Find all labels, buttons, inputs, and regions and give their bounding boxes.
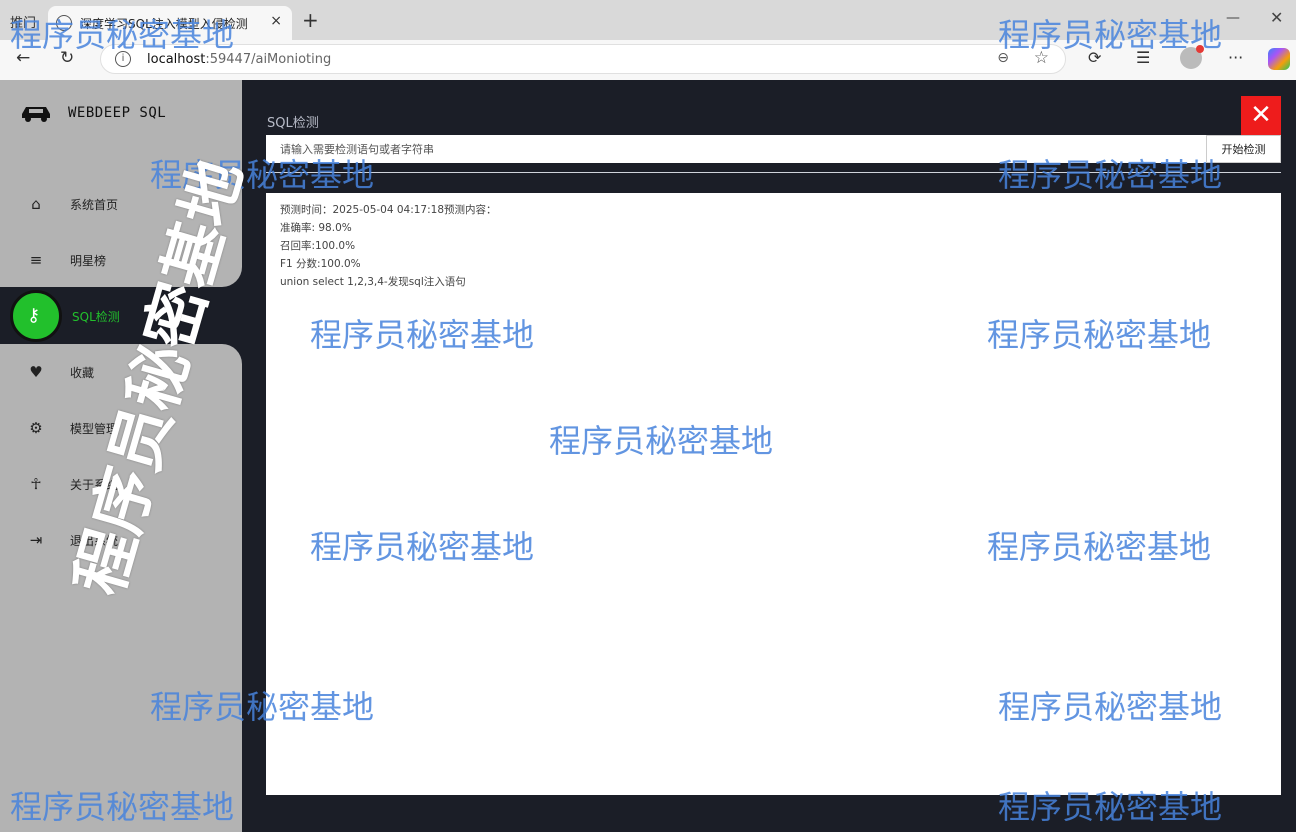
brand-name: WEBDEEP SQL [68,105,167,121]
sidebar-item-sql-detect[interactable]: ⚷ [10,290,62,342]
sidebar-item-label: 收藏 [70,365,95,380]
sidebar-item-about[interactable]: ☥ 关于系统 [26,472,118,496]
tab-title: 深度学习SQL注入模型入侵检测 [80,17,248,31]
active-tab[interactable]: 深度学习SQL注入模型入侵检测 × [48,6,292,40]
divider [266,172,1281,173]
copilot-icon[interactable] [1268,48,1290,70]
sidebar-item-model[interactable]: ⚙ 模型管理 [26,416,118,440]
new-tab-button[interactable]: + [302,8,319,32]
more-menu-icon[interactable]: ··· [1228,48,1243,67]
globe-icon [56,15,72,31]
sidebar-item-label: 明星榜 [70,253,107,268]
info-icon[interactable]: i [115,51,131,67]
sidebar-item-label-active[interactable]: SQL检测 [72,308,120,325]
window-minimize-button[interactable]: — [1226,10,1240,26]
result-accuracy: 准确率: 98.0% [280,222,352,234]
sidebar-bottom-panel: ♥ 收藏 ⚙ 模型管理 ☥ 关于系统 ⇥ 退出系统 [0,344,242,832]
profile-avatar[interactable] [1180,45,1204,69]
result-f1: F1 分数:100.0% [280,258,361,270]
browser-address-bar: ← ↻ i localhost:59447/aiMonioting ⊖ ☆ ⟳ … [0,40,1296,80]
home-icon: ⌂ [31,195,41,213]
page-title: SQL检测 [267,116,319,131]
result-panel: 预测时间：2025-05-04 04:17:18预测内容： 准确率: 98.0%… [266,193,1281,795]
result-recall: 召回率:100.0% [280,240,356,252]
close-button[interactable]: ✕ [1241,96,1281,136]
sidebar-top-panel: WEBDEEP SQL ⌂ 系统首页 ≡ 明星榜 [0,80,242,287]
gear-icon: ⚙ [29,419,43,437]
car-logo-icon [22,107,50,122]
sidebar-item-logout[interactable]: ⇥ 退出系统 [26,528,118,552]
back-arrow-icon[interactable]: ← [16,48,30,68]
key-icon: ⚷ [27,305,41,326]
main-panel: SQL检测 ✕ 开始检测 预测时间：2025-05-04 04:17:18预测内… [242,80,1296,832]
sidebar-item-label: 系统首页 [70,197,119,212]
sidebar-item-label: 关于系统 [70,477,119,492]
previous-tab[interactable]: 推门 [10,12,36,31]
star-icon[interactable]: ☆ [1034,48,1049,68]
heart-icon: ♥ [29,363,43,381]
favorites-icon[interactable]: ☰ [1136,48,1150,67]
list-icon: ≡ [29,251,43,269]
extensions-icon[interactable]: ⟳ [1088,48,1101,67]
person-icon: ☥ [30,475,42,493]
sidebar: WEBDEEP SQL ⌂ 系统首页 ≡ 明星榜 ⚷ SQL检测 ♥ 收藏 ⚙ … [0,80,242,832]
notification-dot [1196,45,1204,53]
result-time: 预测时间：2025-05-04 04:17:18预测内容： [280,204,497,216]
sidebar-item-ranking[interactable]: ≡ 明星榜 [26,248,106,272]
sidebar-item-label: 模型管理 [70,421,119,436]
reload-icon[interactable]: ↻ [60,48,74,68]
sidebar-item-home[interactable]: ⌂ 系统首页 [26,192,118,216]
url-field[interactable]: i localhost:59447/aiMonioting ⊖ ☆ [100,44,1066,74]
start-detect-button[interactable]: 开始检测 [1206,135,1281,163]
app-root: WEBDEEP SQL ⌂ 系统首页 ≡ 明星榜 ⚷ SQL检测 ♥ 收藏 ⚙ … [0,80,1296,832]
url-text: localhost:59447/aiMonioting [147,52,332,67]
logout-icon: ⇥ [29,531,43,549]
window-close-button[interactable]: ✕ [1270,8,1283,27]
sidebar-item-favorites[interactable]: ♥ 收藏 [26,360,94,384]
tab-close-button[interactable]: × [270,13,282,29]
sidebar-item-label: 退出系统 [70,533,119,548]
zoom-icon[interactable]: ⊖ [997,50,1009,66]
browser-tab-bar: 推门 深度学习SQL注入模型入侵检测 × + — ✕ [0,0,1296,40]
result-detection: union select 1,2,3,4-发现sql注入语句 [280,276,466,288]
sql-input[interactable] [266,135,1206,163]
